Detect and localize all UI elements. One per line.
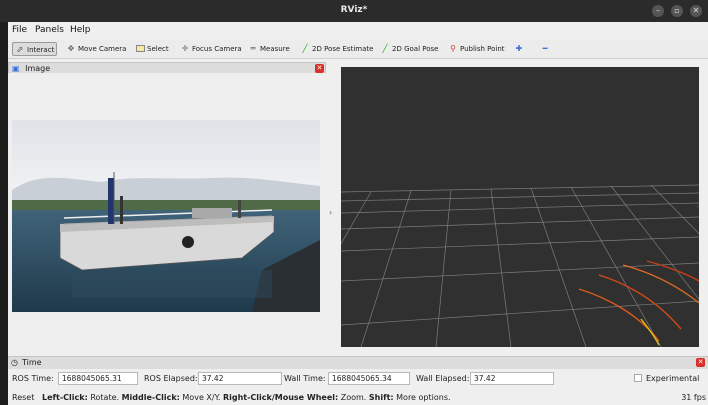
- close-button[interactable]: ✕: [690, 5, 702, 17]
- image-panel: ›: [8, 73, 334, 375]
- focus-camera-tool-button[interactable]: ✛ Focus Camera: [178, 42, 244, 56]
- select-tool-button[interactable]: Select: [133, 42, 171, 56]
- status-bar: Reset Left-Click: Rotate. Middle-Click: …: [8, 391, 708, 405]
- status-hint: Left-Click: Rotate. Middle-Click: Move X…: [42, 393, 451, 402]
- measure-tool-button[interactable]: ═ Measure: [246, 42, 292, 56]
- move-camera-tool-button[interactable]: ✥ Move Camera: [64, 42, 128, 56]
- rviz-app: File Panels Help ⬀ Interact ✥ Move Camera …: [8, 22, 708, 405]
- measure-icon: ═: [250, 44, 256, 53]
- menu-bar: File Panels Help: [8, 22, 708, 38]
- select-icon: [135, 42, 145, 56]
- ros-elapsed-field[interactable]: 37.42: [198, 372, 282, 385]
- minus-icon: ━: [542, 44, 548, 53]
- ros-time-label: ROS Time:: [12, 374, 54, 383]
- image-panel-close-button[interactable]: ✕: [315, 64, 324, 73]
- interact-tool-button[interactable]: ⬀ Interact: [12, 42, 58, 56]
- pose-estimate-icon: ╱: [302, 44, 308, 53]
- image-panel-icon: ▣: [12, 64, 20, 73]
- time-panel: ROS Time: 1688045065.31 ROS Elapsed: 37.…: [8, 370, 708, 388]
- wall-time-label: Wall Time:: [284, 374, 326, 383]
- fps-counter: 31 fps: [681, 393, 706, 402]
- camera-image: [12, 120, 320, 312]
- wall-time-field[interactable]: 1688045065.34: [328, 372, 410, 385]
- image-panel-collapse-arrow[interactable]: ›: [329, 208, 332, 217]
- experimental-label: Experimental: [646, 374, 700, 383]
- wall-elapsed-label: Wall Elapsed:: [416, 374, 470, 383]
- time-panel-title: Time: [22, 358, 42, 367]
- minimize-button[interactable]: –: [652, 5, 664, 17]
- menu-file[interactable]: File: [12, 25, 27, 35]
- publish-point-tool-button[interactable]: ⚲ Publish Point: [446, 42, 507, 56]
- title-bar: RViz* – ▫ ✕: [0, 0, 708, 22]
- goal-pose-icon: ╱: [382, 44, 388, 53]
- image-panel-title: Image: [25, 64, 51, 73]
- ros-time-field[interactable]: 1688045065.31: [58, 372, 138, 385]
- window-title: RViz*: [340, 5, 368, 15]
- clock-icon: ◷: [11, 358, 18, 367]
- add-tool-button[interactable]: ✚: [512, 42, 528, 56]
- 3d-view[interactable]: ‹ ›: [341, 67, 699, 347]
- menu-panels[interactable]: Panels: [35, 25, 64, 35]
- publish-point-icon: ⚲: [450, 44, 456, 53]
- wall-elapsed-field[interactable]: 37.42: [470, 372, 554, 385]
- toolbar: ⬀ Interact ✥ Move Camera Select ✛ Focus Cam…: [8, 39, 708, 59]
- move-camera-icon: ✥: [67, 44, 75, 53]
- time-panel-close-button[interactable]: ✕: [696, 358, 705, 367]
- cursor-icon: ⬀: [16, 45, 24, 54]
- 3d-view-right-arrow[interactable]: ›: [696, 202, 699, 211]
- focus-camera-icon: ✛: [181, 44, 189, 53]
- ros-elapsed-label: ROS Elapsed:: [144, 374, 198, 383]
- remove-tool-button[interactable]: ━: [538, 42, 554, 56]
- experimental-checkbox[interactable]: [634, 374, 642, 382]
- menu-help[interactable]: Help: [70, 25, 91, 35]
- 2d-pose-estimate-tool-button[interactable]: ╱ 2D Pose Estimate: [298, 42, 375, 56]
- maximize-button[interactable]: ▫: [671, 5, 683, 17]
- plus-icon: ✚: [515, 44, 523, 53]
- reset-button[interactable]: Reset: [12, 391, 34, 405]
- time-panel-header: ◷ Time ✕: [8, 356, 708, 369]
- 2d-goal-pose-tool-button[interactable]: ╱ 2D Goal Pose: [378, 42, 440, 56]
